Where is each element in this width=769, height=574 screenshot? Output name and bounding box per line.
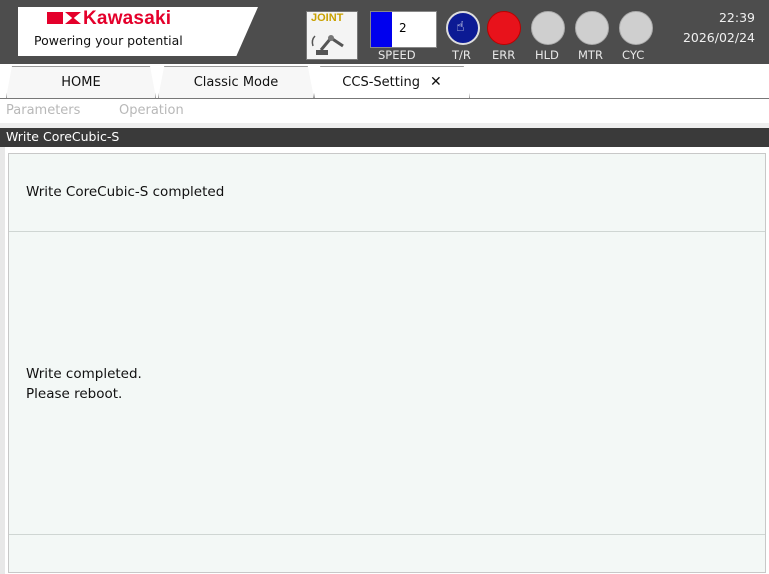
tab-bar: HOME Classic Mode CCS-Setting ✕ (0, 64, 769, 100)
result-headline: Write CoreCubic-S completed (26, 184, 225, 200)
result-panel: Write CoreCubic-S completed Write comple… (8, 153, 766, 573)
speed-level-bar (371, 12, 392, 47)
hand-icon: ☝ (456, 19, 465, 35)
speed-indicator[interactable]: 2 (370, 11, 437, 48)
speed-value: 2 (399, 21, 407, 35)
logo-mark (47, 12, 63, 24)
speed-label: SPEED (378, 48, 416, 62)
tab-classic-mode[interactable]: Classic Mode (158, 66, 314, 98)
section-title-bar: Write CoreCubic-S (0, 128, 769, 147)
menu-bar: Parameters Operation (0, 101, 769, 123)
tab-home-label: HOME (61, 74, 101, 90)
tab-home[interactable]: HOME (6, 66, 156, 98)
tab-divider (0, 98, 769, 99)
cycle-lamp[interactable] (619, 11, 653, 45)
section-title: Write CoreCubic-S (6, 129, 120, 144)
message-line-1: Write completed. (26, 366, 142, 382)
tr-label: T/R (452, 48, 471, 62)
hold-lamp[interactable] (531, 11, 565, 45)
message-line-2: Please reboot. (26, 386, 123, 402)
brand-name: Kawasaki (83, 8, 172, 29)
err-label: ERR (492, 48, 516, 62)
menu-parameters[interactable]: Parameters (6, 103, 80, 118)
kawasaki-logo: Kawasaki Powering your potential (18, 7, 258, 56)
teach-repeat-button[interactable]: ☝ (446, 11, 480, 45)
result-message: Write completed. Please reboot. (26, 364, 142, 404)
clock-date: 2026/02/24 (682, 30, 755, 45)
motor-lamp[interactable] (575, 11, 609, 45)
tab-ccs-setting[interactable]: CCS-Setting ✕ (314, 66, 470, 98)
tab-classic-label: Classic Mode (193, 74, 279, 90)
panel-divider-top (9, 231, 765, 232)
robot-arm-icon (311, 35, 344, 55)
cyc-label: CYC (622, 48, 645, 62)
error-lamp[interactable] (487, 11, 521, 45)
status-bar: Kawasaki Powering your potential JOINT 2… (0, 0, 769, 64)
tab-ccs-label: CCS-Setting (342, 74, 420, 90)
mtr-label: MTR (578, 48, 603, 62)
clock: 22:39 2026/02/24 (683, 8, 755, 48)
close-icon[interactable]: ✕ (430, 74, 442, 90)
menu-operation[interactable]: Operation (119, 103, 184, 118)
panel-divider-bottom (9, 534, 765, 535)
left-edge (0, 147, 5, 574)
logo-mark-k (65, 12, 81, 24)
clock-time: 22:39 (718, 10, 755, 25)
hld-label: HLD (535, 48, 559, 62)
brand-tagline: Powering your potential (34, 33, 183, 48)
joint-mode-button[interactable]: JOINT (306, 11, 358, 60)
